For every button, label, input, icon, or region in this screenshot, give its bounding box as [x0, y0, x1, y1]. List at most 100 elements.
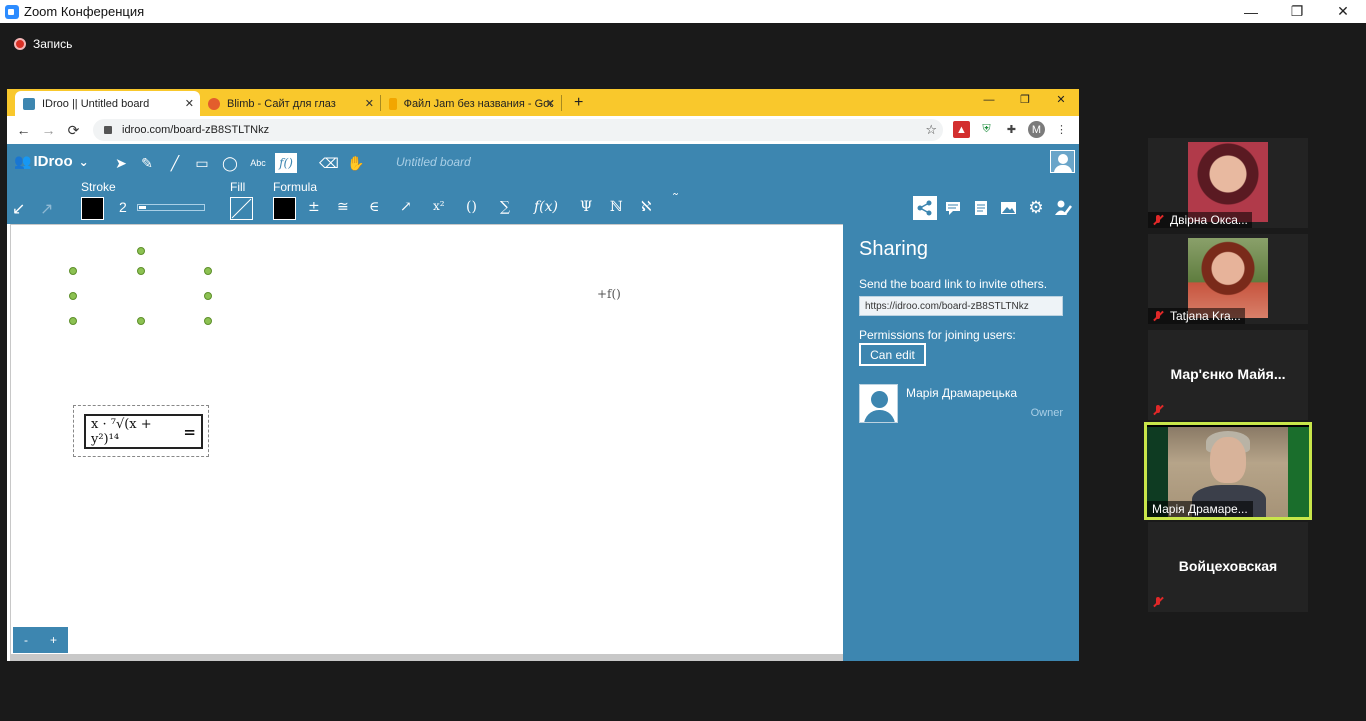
minimize-button[interactable]: — [1228, 0, 1274, 23]
eraser-tool[interactable]: ⌫ [318, 153, 340, 173]
plus-minus-symbol[interactable]: ± [308, 199, 320, 215]
formula-object[interactable]: x · ⁷√(x + y²)¹⁴ = [84, 414, 203, 449]
tab-idroo[interactable]: IDroo || Untitled board ✕ [15, 91, 200, 116]
window-title: Zoom Конференция [24, 4, 145, 19]
recording-indicator[interactable]: Запись [14, 37, 72, 51]
bookmark-star-icon[interactable]: ☆ [925, 122, 937, 138]
forward-icon[interactable]: → [36, 122, 61, 138]
participant-name: Двірна Окса... [1170, 213, 1248, 227]
browser-window-controls: — ❐ ✕ [971, 89, 1079, 111]
tab-jamboard[interactable]: Файл Jam без названия - Goog ✕ [381, 91, 561, 116]
tab-close-icon[interactable]: ✕ [546, 97, 555, 110]
shield-extension-icon[interactable]: ⛨ [978, 121, 995, 138]
stroke-width-value: 2 [119, 199, 127, 215]
participant-name: Войцеховская [1178, 558, 1278, 574]
resize-handle[interactable] [204, 292, 212, 300]
pdf-extension-icon[interactable]: ▲ [953, 121, 970, 138]
close-button[interactable]: ✕ [1320, 0, 1366, 23]
resize-handle[interactable] [204, 267, 212, 275]
image-icon[interactable] [996, 196, 1020, 220]
ellipse-tool[interactable]: ◯ [219, 153, 241, 173]
line-tool[interactable]: ╱ [164, 153, 186, 173]
idroo-logo[interactable]: 👥 IDroo ⌄ [14, 153, 89, 170]
document-icon[interactable] [969, 196, 993, 220]
tilde-symbol[interactable]: ˜ [672, 192, 679, 208]
tab-close-icon[interactable]: ✕ [365, 97, 374, 110]
hand-tool[interactable]: ✋ [345, 153, 367, 173]
psi-symbol[interactable]: Ψ [580, 199, 592, 215]
omnibox[interactable]: idroo.com/board-zB8STLTNkz ☆ [93, 119, 943, 141]
participant-name-bar: Двірна Окса... [1148, 212, 1252, 228]
new-tab-button[interactable]: + [574, 94, 583, 112]
horizontal-scrollbar[interactable] [10, 654, 843, 661]
reload-icon[interactable]: ⟳ [61, 122, 86, 139]
resize-handle[interactable] [69, 267, 77, 275]
stroke-color-swatch[interactable] [81, 197, 104, 220]
profile-avatar[interactable]: M [1028, 121, 1045, 138]
resize-handle[interactable] [137, 267, 145, 275]
stroke-label: Stroke [81, 180, 116, 194]
naturals-symbol[interactable]: ℕ [610, 199, 623, 215]
url-text[interactable]: idroo.com/board-zB8STLTNkz [122, 124, 269, 136]
resize-handle[interactable] [69, 292, 77, 300]
undo-icon[interactable]: ↙ [12, 199, 25, 219]
board-link-field[interactable]: https://idroo.com/board-zB8STLTNkz [859, 296, 1063, 316]
zoom-in-button[interactable]: + [50, 633, 57, 647]
tab-close-icon[interactable]: ✕ [185, 97, 194, 110]
resize-handle[interactable] [69, 317, 77, 325]
participant-tile[interactable]: Двірна Окса... [1148, 138, 1308, 228]
browser-menu-icon[interactable]: ⋮ [1053, 121, 1070, 138]
aleph-symbol[interactable]: ℵ [641, 199, 651, 215]
user-edit-icon[interactable] [1051, 196, 1075, 220]
back-icon[interactable]: ← [11, 122, 36, 138]
text-tool[interactable]: Abc [247, 153, 269, 173]
participant-tile[interactable]: Войцеховская [1148, 522, 1308, 612]
tab-blimb[interactable]: Blimb - Сайт для глаз ✕ [200, 91, 380, 116]
browser-minimize-button[interactable]: — [971, 89, 1007, 111]
permission-dropdown[interactable]: Can edit [859, 343, 926, 366]
formula-color-swatch[interactable] [273, 197, 296, 220]
active-speaker-tile[interactable]: Марія Драмаре... [1144, 422, 1312, 520]
gear-icon[interactable]: ⚙ [1024, 196, 1048, 220]
chevron-down-icon: ⌄ [78, 154, 89, 169]
element-of-symbol[interactable]: ∈ [369, 199, 379, 215]
resize-handle[interactable] [137, 317, 145, 325]
participant-tile[interactable]: Мар'єнко Майя... [1148, 330, 1308, 420]
restore-button[interactable]: ❐ [1274, 0, 1320, 23]
recording-label: Запись [33, 37, 73, 51]
congruent-symbol[interactable]: ≅ [337, 199, 349, 215]
rotate-handle[interactable] [137, 247, 145, 255]
browser-close-button[interactable]: ✕ [1043, 89, 1079, 111]
arrow-symbol[interactable]: ↗ [400, 199, 412, 215]
board-title[interactable]: Untitled board [396, 155, 471, 169]
fill-color-swatch[interactable] [230, 197, 253, 220]
stroke-width-slider[interactable] [137, 204, 205, 211]
sum-symbol[interactable]: ∑ [500, 199, 510, 215]
zoom-out-button[interactable]: - [24, 633, 28, 647]
participant-tile[interactable]: Tatjana Kra... [1148, 234, 1308, 324]
superscript-symbol[interactable]: x² [433, 199, 445, 213]
participant-name-bar: Марія Драмаре... [1147, 501, 1253, 517]
account-button[interactable] [1050, 150, 1075, 173]
chat-icon[interactable] [941, 196, 965, 220]
share-icon[interactable] [913, 196, 937, 220]
lock-icon [104, 126, 112, 134]
select-tool[interactable]: ➤ [110, 153, 132, 173]
slider-fill [139, 206, 146, 209]
participant-photo [1188, 238, 1268, 318]
puzzle-extension-icon[interactable]: ✚ [1003, 121, 1020, 138]
whiteboard-canvas[interactable]: x · ⁷√(x + y²)¹⁴ = +f() [10, 224, 843, 654]
redo-icon[interactable]: ↗ [40, 199, 53, 219]
idroo-favicon-icon [23, 97, 35, 110]
browser-restore-button[interactable]: ❐ [1007, 89, 1043, 111]
participant-name: Марія Драмаре... [1152, 502, 1248, 516]
pencil-tool[interactable]: ✎ [136, 153, 158, 173]
brackets-symbol[interactable]: () [466, 199, 477, 215]
participant-name: Tatjana Kra... [1170, 309, 1241, 323]
no-fill-icon [231, 198, 252, 219]
rectangle-tool[interactable]: ▭ [191, 153, 213, 173]
tab-label: Файл Jam без названия - Goog [403, 97, 553, 110]
formula-tool[interactable]: f() [275, 153, 297, 173]
resize-handle[interactable] [204, 317, 212, 325]
function-symbol[interactable]: f(x) [534, 199, 558, 215]
